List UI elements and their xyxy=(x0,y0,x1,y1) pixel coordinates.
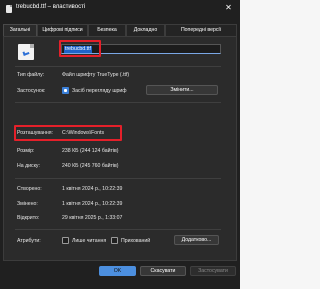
divider xyxy=(15,102,221,103)
font-file-icon xyxy=(18,44,34,60)
close-button[interactable]: ✕ xyxy=(221,2,236,14)
created-label: Створено: xyxy=(17,186,42,192)
file-type-value: Файл шрифту TrueType (.ttf) xyxy=(62,72,130,78)
font-mark-icon xyxy=(22,50,30,56)
file-icon xyxy=(6,5,12,13)
general-panel xyxy=(3,36,237,261)
location-value: C:\Windows\Fonts xyxy=(62,130,105,136)
app-icon xyxy=(62,87,69,94)
tab-previous-versions[interactable]: Попередні версії xyxy=(165,24,237,36)
cancel-button[interactable]: Скасувати xyxy=(140,266,186,276)
advanced-button[interactable]: Додатково... xyxy=(174,235,219,245)
opens-with-label: Застосунок: xyxy=(17,88,46,94)
accessed-label: Відкрито: xyxy=(17,215,40,221)
accessed-value: 29 квітня 2025 р., 1:33:07 xyxy=(62,215,123,221)
tab-digital-signatures[interactable]: Цифрові підписи xyxy=(37,24,88,36)
divider xyxy=(15,66,221,67)
file-type-label: Тип файлу: xyxy=(17,72,45,78)
modified-value: 1 квітня 2024 р., 10:22:39 xyxy=(62,201,123,207)
location-label: Розташування: xyxy=(17,130,53,136)
created-value: 1 квітня 2024 р., 10:22:39 xyxy=(62,186,123,192)
properties-dialog: trebucbd.ttf – властивості ✕ Загальні Ци… xyxy=(0,0,240,289)
apply-button[interactable]: Застосувати xyxy=(190,266,236,276)
tab-details[interactable]: Докладно xyxy=(126,24,165,36)
hidden-checkbox[interactable] xyxy=(111,237,118,244)
divider xyxy=(15,178,221,179)
title-bar: trebucbd.ttf – властивості ✕ xyxy=(0,0,240,17)
size-label: Розмір: xyxy=(17,148,35,154)
attributes-label: Атрибути: xyxy=(17,238,41,244)
size-on-disk-value: 240 КБ (245 760 байтів) xyxy=(62,163,119,169)
tab-security[interactable]: Безпека xyxy=(88,24,126,36)
file-name-text: trebucbd.ttf xyxy=(64,46,92,53)
hidden-label: Прихований xyxy=(121,238,151,244)
readonly-label: Лише читання xyxy=(72,238,107,244)
tab-bar: Загальні Цифрові підписи Безпека Докладн… xyxy=(3,24,237,36)
change-button[interactable]: Змінити... xyxy=(146,85,218,95)
size-value: 238 КБ (244 124 байтів) xyxy=(62,148,119,154)
file-name-input[interactable]: trebucbd.ttf xyxy=(61,44,221,54)
window-title: trebucbd.ttf – властивості xyxy=(16,4,86,10)
modified-label: Змінено: xyxy=(17,201,38,207)
divider xyxy=(15,229,221,230)
tab-general[interactable]: Загальні xyxy=(3,24,37,36)
readonly-checkbox[interactable] xyxy=(62,237,69,244)
ok-button[interactable]: OK xyxy=(99,266,136,276)
size-on-disk-label: На диску: xyxy=(17,163,40,169)
opens-with-value: Засіб перегляду шриф xyxy=(72,88,127,94)
